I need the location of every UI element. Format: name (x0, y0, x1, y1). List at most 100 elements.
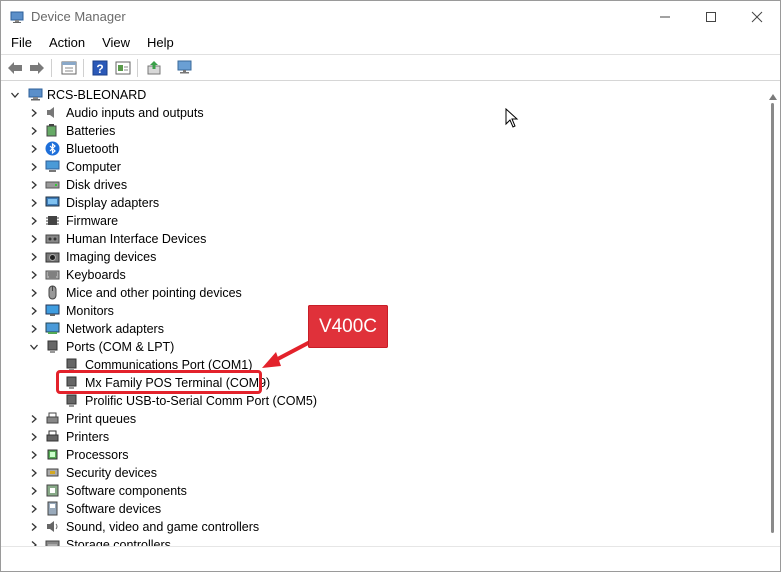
speaker-icon (45, 105, 60, 120)
camera-icon (45, 249, 60, 264)
chevron-right-icon[interactable] (29, 216, 39, 226)
status-bar (1, 546, 780, 571)
hid-icon (45, 231, 60, 246)
device-manager-window: Device Manager File Action View Help ? R… (0, 0, 781, 572)
security-icon (45, 465, 60, 480)
tree-category-software-devices[interactable]: Software devices (1, 500, 766, 518)
storage-icon (45, 537, 60, 546)
tree-category-audio-inputs-and-outputs[interactable]: Audio inputs and outputs (1, 104, 766, 122)
tree-category-print-queues[interactable]: Print queues (1, 410, 766, 428)
chevron-right-icon[interactable] (29, 522, 39, 532)
chevron-right-icon[interactable] (29, 162, 39, 172)
chevron-right-icon[interactable] (29, 198, 39, 208)
chevron-right-icon[interactable] (29, 306, 39, 316)
bluetooth-icon (45, 141, 60, 156)
vertical-scrollbar[interactable] (766, 85, 780, 546)
chip-icon (45, 213, 60, 228)
tree-category-label: Firmware (66, 214, 119, 228)
tree-category-sound-video-and-game-controllers[interactable]: Sound, video and game controllers (1, 518, 766, 536)
minimize-button[interactable] (642, 1, 688, 32)
chevron-right-icon[interactable] (29, 126, 39, 136)
properties-icon[interactable] (60, 59, 78, 77)
help-icon[interactable]: ? (91, 59, 109, 77)
tree-category-label: Batteries (66, 124, 116, 138)
tree-category-security-devices[interactable]: Security devices (1, 464, 766, 482)
toolbar-separator (51, 59, 52, 77)
tree-category-label: Storage controllers (66, 538, 171, 546)
chevron-right-icon[interactable] (29, 234, 39, 244)
disk-icon (45, 177, 60, 192)
tree-category-software-components[interactable]: Software components (1, 482, 766, 500)
tree-category-mice-and-other-pointing-devices[interactable]: Mice and other pointing devices (1, 284, 766, 302)
chevron-right-icon[interactable] (29, 270, 39, 280)
toolbar-separator (137, 59, 138, 77)
chevron-right-icon[interactable] (29, 288, 39, 298)
tree-category-label: Bluetooth (66, 142, 119, 156)
software-device-icon (45, 501, 60, 516)
tree-device-prolific-usb-to-serial-comm-port-com5[interactable]: Prolific USB-to-Serial Comm Port (COM5) (1, 392, 766, 410)
close-button[interactable] (734, 1, 780, 32)
scrollbar-thumb[interactable] (771, 103, 774, 533)
tree-category-label: Ports (COM & LPT) (66, 340, 175, 354)
tree-category-imaging-devices[interactable]: Imaging devices (1, 248, 766, 266)
keyboard-icon (45, 267, 60, 282)
tree-category-disk-drives[interactable]: Disk drives (1, 176, 766, 194)
tree-category-human-interface-devices[interactable]: Human Interface Devices (1, 230, 766, 248)
chevron-right-icon[interactable] (29, 324, 39, 334)
computer-root-icon (28, 87, 43, 102)
menu-help[interactable]: Help (138, 32, 182, 54)
chevron-right-icon[interactable] (29, 432, 39, 442)
mouse-cursor-icon (505, 107, 519, 131)
show-hidden-icon[interactable] (114, 59, 132, 77)
tree-category-label: Display adapters (66, 196, 160, 210)
toolbar: ? (1, 54, 780, 81)
tree-category-label: Mice and other pointing devices (66, 286, 242, 300)
print-queue-icon (45, 411, 60, 426)
chevron-right-icon[interactable] (29, 450, 39, 460)
chevron-right-icon[interactable] (29, 252, 39, 262)
chevron-right-icon[interactable] (29, 486, 39, 496)
callout-label: V400C (308, 305, 388, 348)
menu-bar: File Action View Help (1, 32, 780, 54)
tree-category-keyboards[interactable]: Keyboards (1, 266, 766, 284)
back-icon[interactable] (6, 59, 24, 77)
maximize-button[interactable] (688, 1, 734, 32)
chevron-down-icon[interactable] (10, 90, 20, 100)
mouse-icon (45, 285, 60, 300)
tree-category-label: Computer (66, 160, 121, 174)
tree-category-computer[interactable]: Computer (1, 158, 766, 176)
update-driver-icon[interactable] (145, 59, 163, 77)
tree-root[interactable]: RCS-BLEONARD (1, 86, 766, 104)
scroll-up-arrow-icon[interactable] (769, 89, 777, 103)
chevron-right-icon[interactable] (29, 180, 39, 190)
menu-action[interactable]: Action (40, 32, 93, 54)
tree-category-firmware[interactable]: Firmware (1, 212, 766, 230)
chevron-down-icon[interactable] (29, 342, 39, 352)
sound-icon (45, 519, 60, 534)
tree-category-label: Processors (66, 448, 129, 462)
tree-category-label: Network adapters (66, 322, 164, 336)
menu-file[interactable]: File (1, 32, 40, 54)
tree-category-batteries[interactable]: Batteries (1, 122, 766, 140)
network-icon (45, 321, 60, 336)
chevron-right-icon[interactable] (29, 414, 39, 424)
tree-category-processors[interactable]: Processors (1, 446, 766, 464)
port-icon (45, 339, 60, 354)
chevron-right-icon[interactable] (29, 108, 39, 118)
tree-category-label: Human Interface Devices (66, 232, 207, 246)
tree-category-display-adapters[interactable]: Display adapters (1, 194, 766, 212)
forward-icon[interactable] (28, 59, 46, 77)
tree-category-label: Software devices (66, 502, 162, 516)
tree-category-printers[interactable]: Printers (1, 428, 766, 446)
tree-category-storage-controllers[interactable]: Storage controllers (1, 536, 766, 546)
chevron-right-icon[interactable] (29, 144, 39, 154)
chevron-right-icon[interactable] (29, 468, 39, 478)
scan-hardware-icon[interactable] (176, 59, 194, 77)
menu-view[interactable]: View (93, 32, 138, 54)
title-bar[interactable]: Device Manager (1, 1, 780, 32)
chevron-right-icon[interactable] (29, 504, 39, 514)
tree-root-label: RCS-BLEONARD (47, 88, 147, 102)
battery-icon (45, 123, 60, 138)
tree-device-label: Prolific USB-to-Serial Comm Port (COM5) (85, 394, 317, 408)
tree-category-bluetooth[interactable]: Bluetooth (1, 140, 766, 158)
